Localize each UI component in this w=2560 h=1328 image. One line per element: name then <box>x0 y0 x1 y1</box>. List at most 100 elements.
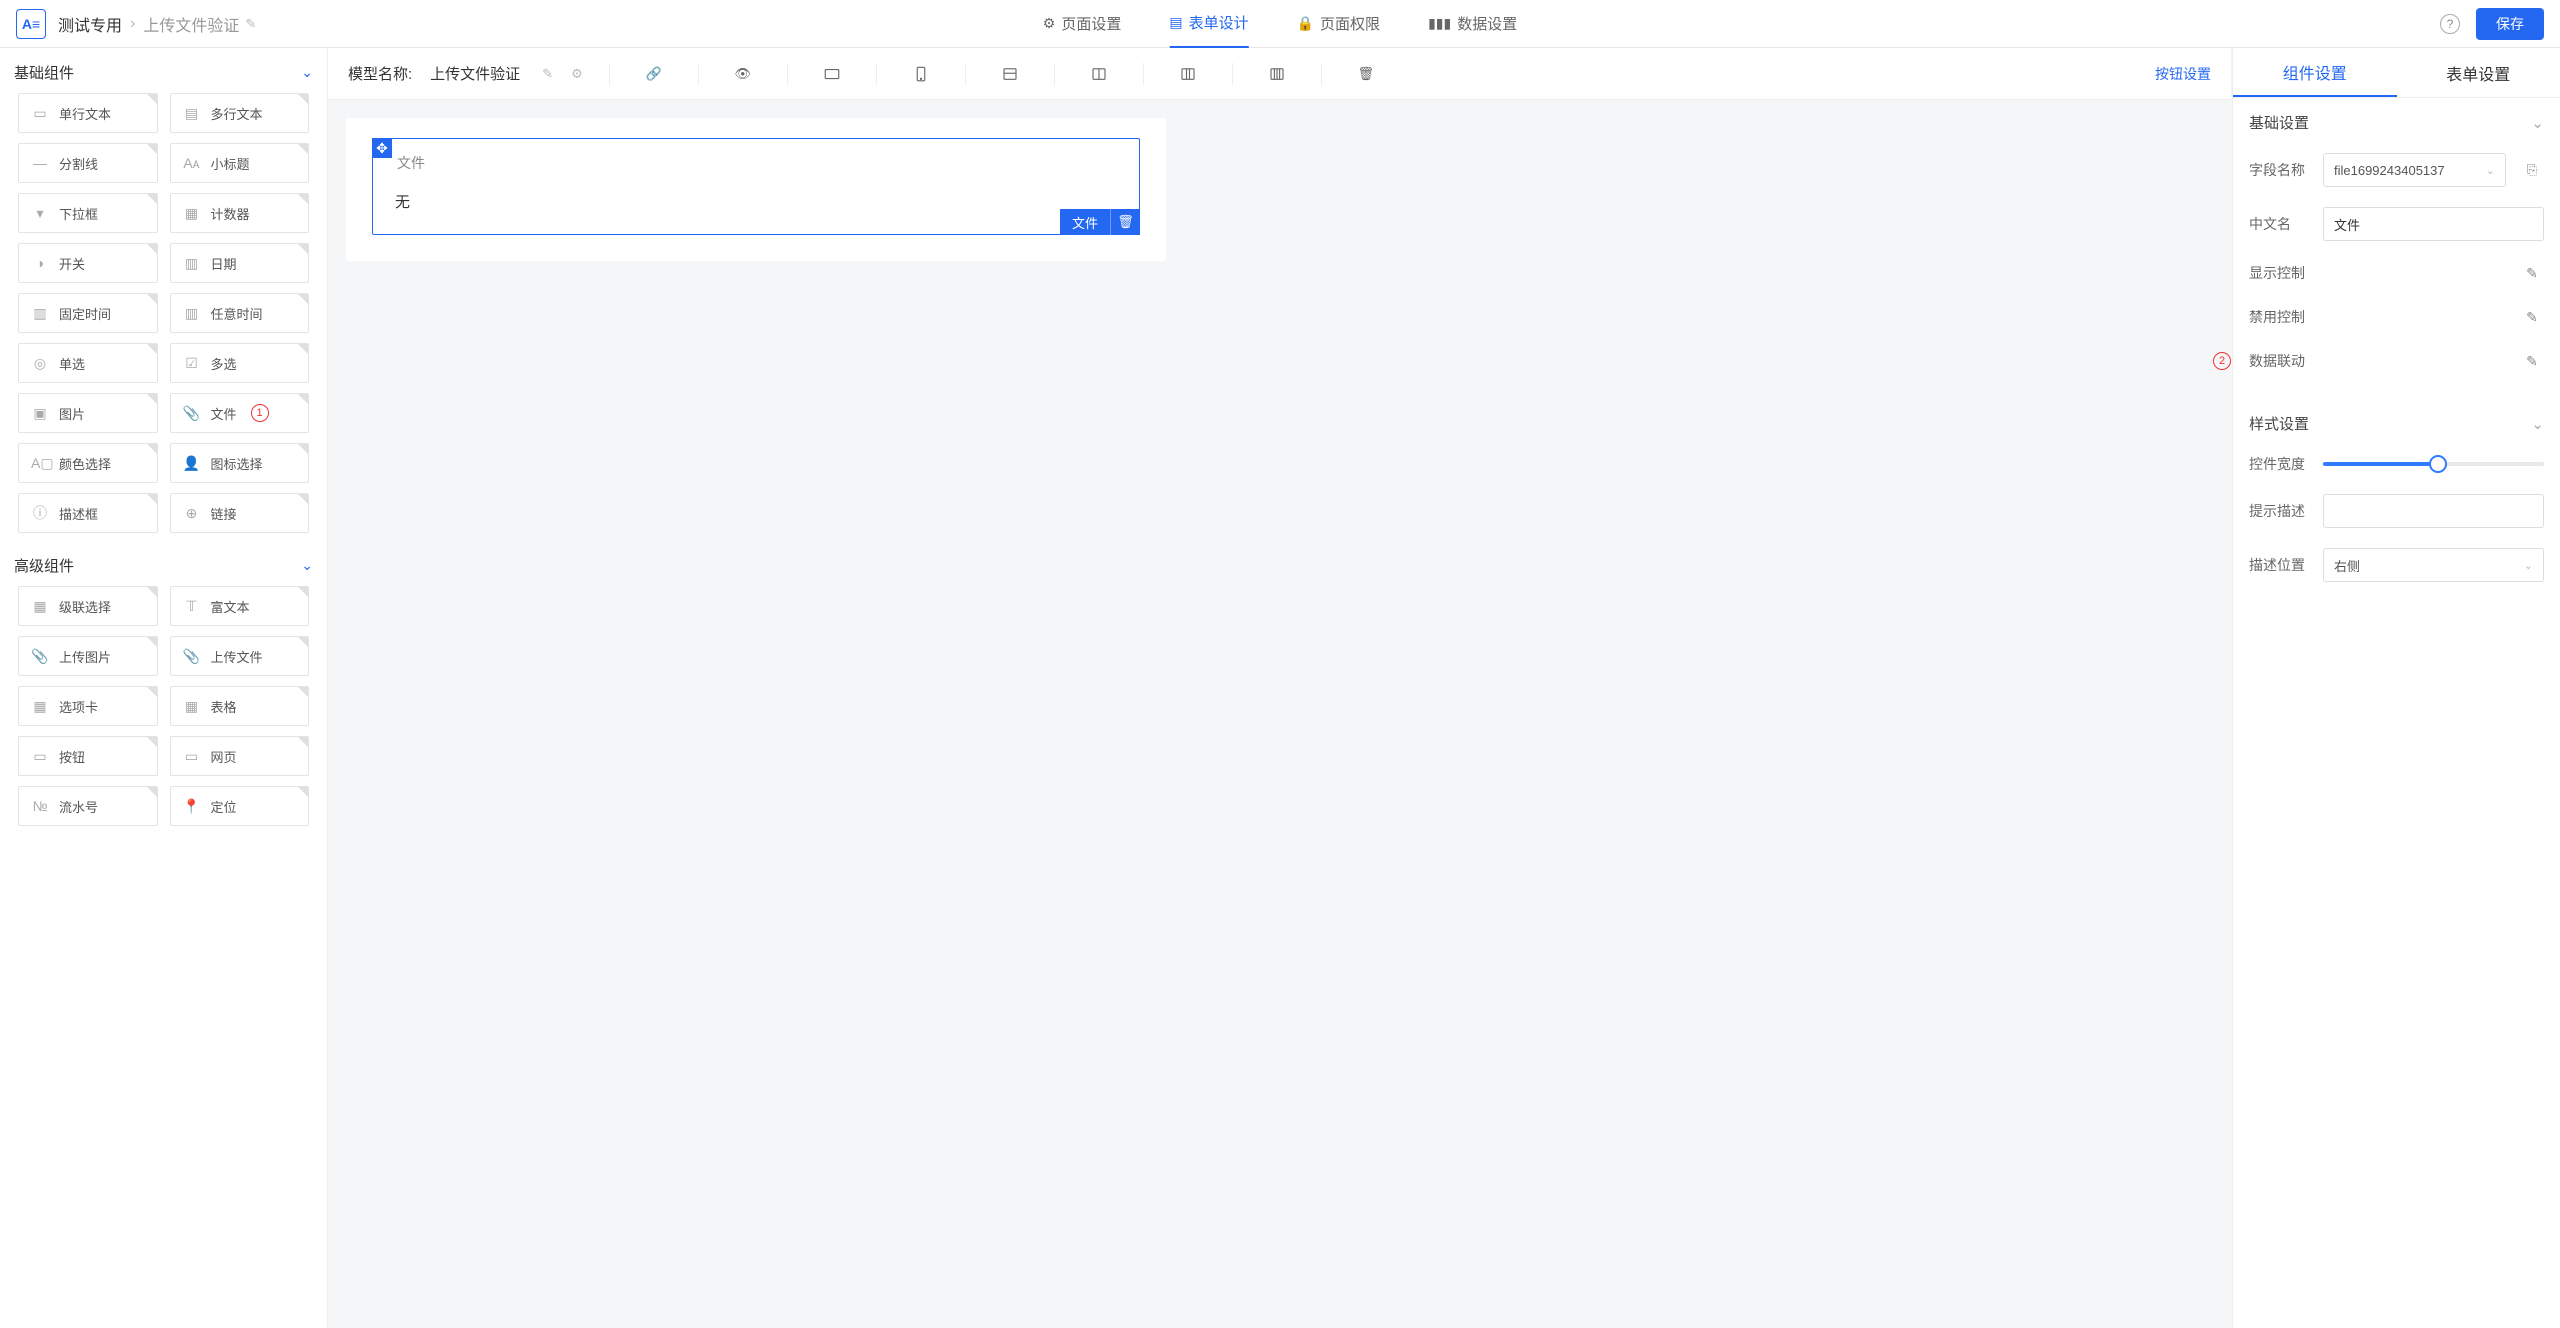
layout-wide-icon[interactable] <box>814 56 850 92</box>
section-title: 样式设置 <box>2249 413 2309 434</box>
edit-model-icon[interactable]: ✎ <box>542 66 553 82</box>
palette-item[interactable]: ▤多行文本 <box>170 93 310 133</box>
layout-2col-icon[interactable] <box>1081 56 1117 92</box>
palette-item[interactable]: ◎单选 <box>18 343 158 383</box>
component-type-icon: ▭ <box>31 748 49 765</box>
palette-item[interactable]: ▥任意时间 <box>170 293 310 333</box>
desc-position-value: 右侧 <box>2334 556 2360 575</box>
tab-page-permission[interactable]: 🔒 页面权限 <box>1297 0 1380 48</box>
edit-display-control-icon[interactable]: ✎ <box>2520 261 2544 285</box>
palette-item[interactable]: 📎上传文件 <box>170 636 310 676</box>
palette-item[interactable]: ⓘ描述框 <box>18 493 158 533</box>
layout-4col-icon[interactable] <box>1259 56 1295 92</box>
palette-group-basic[interactable]: 基础组件 ⌄ <box>0 48 327 93</box>
data-link-row: 2 数据联动 ✎ <box>2233 339 2560 383</box>
palette-item-label: 网页 <box>211 747 237 766</box>
tab-component-settings[interactable]: 组件设置 <box>2233 48 2397 97</box>
move-handle-icon[interactable]: ✥ <box>372 138 392 158</box>
help-icon[interactable]: ? <box>2440 14 2460 34</box>
component-type-icon: ▥ <box>31 305 49 322</box>
palette-item[interactable]: ☑多选 <box>170 343 310 383</box>
palette-item[interactable]: 📎文件1 <box>170 393 310 433</box>
selection-tag: 文件 🗑 <box>1060 209 1140 235</box>
tab-label: 页面设置 <box>1061 13 1121 34</box>
tab-label: 数据设置 <box>1457 13 1517 34</box>
palette-item[interactable]: ▭ 单行文本 <box>18 93 158 133</box>
palette-group-title: 基础组件 <box>14 62 74 83</box>
preview-icon[interactable]: 👁 <box>725 56 761 92</box>
palette-item[interactable]: ▣图片 <box>18 393 158 433</box>
palette-item[interactable]: №流水号 <box>18 786 158 826</box>
palette-item-label: 日期 <box>211 254 237 273</box>
palette-item[interactable]: ▭ 按钮 <box>18 736 158 776</box>
gear-small-icon[interactable]: ⚙ <box>571 66 583 82</box>
palette-item[interactable]: ⊕链接 <box>170 493 310 533</box>
palette-item-label: 图片 <box>59 404 85 423</box>
layout-1col-icon[interactable] <box>992 56 1028 92</box>
palette-item[interactable]: ▦选项卡 <box>18 686 158 726</box>
right-panel: 组件设置 表单设置 基础设置 ⌄ 字段名称 file1699243405137 … <box>2232 48 2560 1328</box>
palette-item[interactable]: 📍定位 <box>170 786 310 826</box>
palette-item[interactable]: ▥日期 <box>170 243 310 283</box>
palette-item[interactable]: ▥固定时间 <box>18 293 158 333</box>
cn-name-input[interactable] <box>2323 207 2544 241</box>
palette-item[interactable]: ▦计数器 <box>170 193 310 233</box>
component-palette: 基础组件 ⌄ ▭单行文本▤多行文本—分割线Aᴀ小标题▾下拉框▦计数器◑开关▥日期… <box>0 48 328 1328</box>
breadcrumb-root[interactable]: 测试专用 <box>58 12 122 36</box>
tab-data-settings[interactable]: ▮▮▮ 数据设置 <box>1428 0 1517 48</box>
component-type-icon: ▦ <box>31 598 49 615</box>
component-type-icon: ▭ <box>31 105 49 122</box>
palette-item[interactable]: ▭网页 <box>170 736 310 776</box>
bars-icon: ▮▮▮ <box>1428 15 1451 32</box>
palette-item[interactable]: Aᴀ小标题 <box>170 143 310 183</box>
edit-data-link-icon[interactable]: ✎ <box>2520 349 2544 373</box>
palette-item-label: 按钮 <box>59 747 85 766</box>
button-settings-link[interactable]: 按钮设置 <box>2155 64 2211 84</box>
field-label: 控件宽度 <box>2249 454 2313 474</box>
palette-item[interactable]: 👤 图标选择 <box>170 443 310 483</box>
palette-item[interactable]: ▦级联选择 <box>18 586 158 626</box>
layout-3col-icon[interactable] <box>1170 56 1206 92</box>
model-name-value: 上传文件验证 <box>430 63 520 84</box>
component-type-icon: 👤 <box>183 455 201 472</box>
palette-item-label: 图标选择 <box>211 454 263 473</box>
link-icon[interactable]: 🔗 <box>636 56 672 92</box>
field-label: 字段名称 <box>2249 160 2313 180</box>
section-basic-settings[interactable]: 基础设置 ⌄ <box>2233 98 2560 143</box>
palette-item-label: 文件 <box>211 404 237 423</box>
control-width-slider[interactable] <box>2323 462 2544 466</box>
palette-item-label: 单选 <box>59 354 85 373</box>
canvas-toolbar: 模型名称: 上传文件验证 ✎ ⚙ 🔗 👁 <box>328 48 2231 100</box>
edit-disable-control-icon[interactable]: ✎ <box>2520 305 2544 329</box>
palette-item[interactable]: 📎上传图片 <box>18 636 158 676</box>
save-button[interactable]: 保存 <box>2476 8 2544 40</box>
palette-group-advanced[interactable]: 高级组件 ⌄ <box>0 541 327 586</box>
component-type-icon: 📎 <box>183 648 201 665</box>
palette-item-label: 单行文本 <box>59 104 111 123</box>
component-field-value: 无 <box>395 191 1121 212</box>
trash-icon[interactable]: 🗑 <box>1348 56 1384 92</box>
palette-item[interactable]: 𝕋富文本 <box>170 586 310 626</box>
component-type-icon: ☑ <box>183 355 201 372</box>
tab-form-settings[interactable]: 表单设置 <box>2397 48 2560 97</box>
tab-form-design[interactable]: ▤ 表单设计 <box>1169 0 1248 48</box>
palette-item[interactable]: A▢颜色选择 <box>18 443 158 483</box>
edit-title-icon[interactable]: ✎ <box>245 16 256 32</box>
component-type-icon: ▦ <box>183 698 201 715</box>
component-type-icon: 📎 <box>183 405 201 422</box>
palette-item[interactable]: ▾下拉框 <box>18 193 158 233</box>
selected-component-file[interactable]: ✥ 文件 无 文件 🗑 <box>372 138 1140 235</box>
form-card[interactable]: ✥ 文件 无 文件 🗑 <box>346 118 1166 261</box>
palette-item[interactable]: ◑开关 <box>18 243 158 283</box>
delete-component-icon[interactable]: 🗑 <box>1110 209 1140 235</box>
palette-item[interactable]: ▦表格 <box>170 686 310 726</box>
hint-desc-input[interactable] <box>2323 494 2544 528</box>
copy-icon[interactable]: ⎘ <box>2520 158 2544 182</box>
field-name-select[interactable]: file1699243405137 ⌄ <box>2323 153 2506 187</box>
section-style-settings[interactable]: 样式设置 ⌄ <box>2233 399 2560 444</box>
tab-page-settings[interactable]: ⚙ 页面设置 <box>1043 0 1122 48</box>
device-tablet-icon[interactable] <box>903 56 939 92</box>
palette-item[interactable]: —分割线 <box>18 143 158 183</box>
desc-position-select[interactable]: 右侧 ⌄ <box>2323 548 2544 582</box>
palette-item-label: 分割线 <box>59 154 98 173</box>
